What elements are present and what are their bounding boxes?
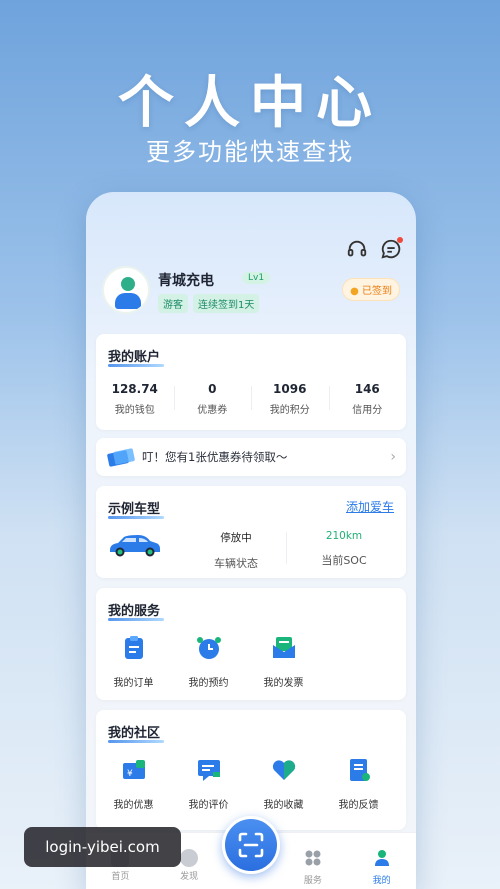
- user-icon: [374, 850, 389, 866]
- stat-points[interactable]: 1096 我的积分: [251, 382, 329, 416]
- review-icon: [197, 760, 220, 781]
- discount-icon: ¥: [122, 760, 145, 779]
- car-icon: [110, 535, 160, 557]
- service-invoices[interactable]: 我的发票: [246, 634, 321, 689]
- user-tags: 游客 连续签到1天: [158, 294, 260, 313]
- tag-checkin-streak: 连续签到1天: [193, 294, 260, 313]
- car-soc: 210km 当前SOC: [321, 530, 367, 567]
- coupon-banner-text: 叮！您有1张优惠券待领取～: [142, 450, 288, 464]
- service-orders[interactable]: 我的订单: [96, 634, 171, 689]
- scan-icon: [238, 832, 264, 858]
- account-card: 我的账户 128.74 我的钱包 0 优惠券 1096 我的积分 146 信用分: [96, 334, 406, 430]
- scan-button[interactable]: [222, 816, 280, 874]
- account-title: 我的账户: [108, 346, 165, 367]
- order-icon: [124, 636, 143, 659]
- hero-subtitle: 更多功能快速查找: [146, 138, 354, 166]
- feedback-icon: [349, 759, 370, 781]
- car-status: 停放中 车辆状态: [214, 532, 258, 570]
- signed-in-label: 已签到: [362, 286, 392, 297]
- service-reservations[interactable]: 我的预约: [171, 634, 246, 689]
- community-title: 我的社区: [108, 722, 165, 743]
- services-card: 我的服务 我的订单 我的预约 我的发票: [96, 588, 406, 700]
- community-reviews[interactable]: 我的评价: [171, 756, 246, 811]
- car-card: 示例车型 添加爱车 停放中 车辆状态 210km 当前SOC: [96, 486, 406, 578]
- message-icon[interactable]: [380, 237, 403, 260]
- community-card: 我的社区 ¥ 我的优惠 我的评价 我的收藏 我的反馈: [96, 710, 406, 830]
- hero-title: 个人中心: [118, 71, 382, 136]
- grid-icon: [305, 850, 321, 866]
- avatar[interactable]: [102, 266, 150, 314]
- community-favorites[interactable]: 我的收藏: [246, 756, 321, 811]
- stat-wallet[interactable]: 128.74 我的钱包: [96, 382, 174, 416]
- stat-credit[interactable]: 146 信用分: [328, 382, 407, 416]
- invoice-icon: [272, 637, 295, 658]
- header-actions: [346, 237, 403, 260]
- compass-icon: [180, 849, 199, 867]
- stat-coupons[interactable]: 0 优惠券: [173, 382, 252, 416]
- ticket-icon: [106, 448, 136, 467]
- coin-icon: ●: [350, 286, 359, 297]
- services-title: 我的服务: [108, 600, 165, 621]
- community-discounts[interactable]: ¥ 我的优惠: [96, 756, 171, 811]
- alarm-clock-icon: [196, 637, 221, 659]
- coupon-banner[interactable]: 叮！您有1张优惠券待领取～ ›: [96, 438, 406, 476]
- signed-in-button[interactable]: ● 已签到: [342, 278, 400, 301]
- community-feedback[interactable]: 我的反馈: [321, 756, 396, 811]
- tab-services[interactable]: 服务: [279, 833, 348, 889]
- tab-mine[interactable]: 我的: [347, 833, 416, 889]
- user-name: 青城充电: [158, 273, 214, 289]
- notification-dot: [397, 237, 403, 243]
- car-title: 示例车型: [108, 498, 165, 519]
- chevron-right-icon: ›: [390, 449, 396, 465]
- level-badge: Lv1: [242, 272, 271, 284]
- add-car-link[interactable]: 添加爱车: [346, 498, 394, 515]
- watermark-label: login-yibei.com: [24, 827, 181, 867]
- profile-header: 青城充电 Lv1 游客 连续签到1天 ● 已签到: [102, 266, 406, 316]
- svg-text:¥: ¥: [127, 769, 133, 779]
- tag-guest: 游客: [158, 294, 188, 313]
- phone-screen: 青城充电 Lv1 游客 连续签到1天 ● 已签到 我的账户 128.74 我的钱…: [86, 192, 416, 889]
- heart-icon: [272, 760, 295, 780]
- headset-icon[interactable]: [346, 238, 368, 260]
